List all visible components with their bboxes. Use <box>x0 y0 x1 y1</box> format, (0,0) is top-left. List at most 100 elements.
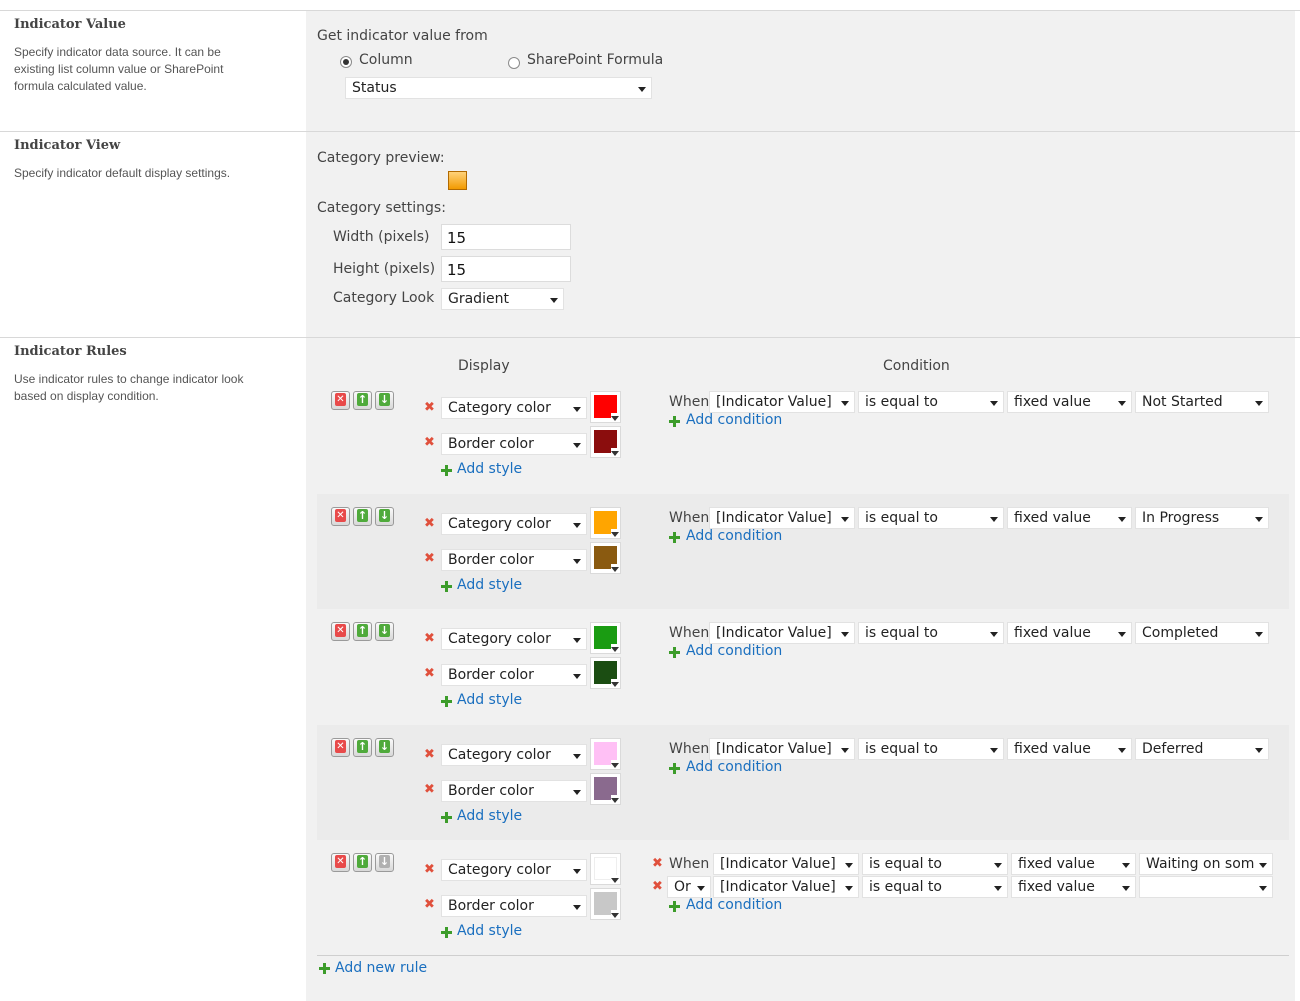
remove-style-icon[interactable]: ✖ <box>424 436 436 449</box>
category-color-picker[interactable] <box>590 853 621 885</box>
condition-type-select[interactable]: fixed value <box>1011 853 1136 875</box>
add-condition-link[interactable]: Add condition <box>686 412 782 428</box>
connector-select[interactable]: Or <box>667 876 711 898</box>
style-select[interactable]: Category color <box>441 397 587 419</box>
move-down-button[interactable] <box>375 622 394 641</box>
condition-value-select[interactable]: Not Started <box>1135 391 1269 413</box>
radio-formula-label[interactable]: SharePoint Formula <box>527 52 663 68</box>
column-select[interactable]: Status <box>345 77 652 99</box>
remove-style-icon[interactable]: ✖ <box>424 517 436 530</box>
add-style-link[interactable]: Add style <box>457 461 522 477</box>
style-select[interactable]: Category color <box>441 859 587 881</box>
border-color-picker[interactable] <box>590 773 621 805</box>
category-color-picker[interactable] <box>590 391 621 423</box>
category-color-picker[interactable] <box>590 738 621 770</box>
move-down-button[interactable] <box>375 391 394 410</box>
indicator-value-title: Indicator Value <box>14 17 126 32</box>
condition-operator-select[interactable]: is equal to <box>862 853 1008 875</box>
condition-operator-select[interactable]: is equal to <box>858 507 1004 529</box>
remove-style-icon[interactable]: ✖ <box>424 783 436 796</box>
remove-condition-icon[interactable]: ✖ <box>652 880 664 893</box>
condition-type-select[interactable]: fixed value <box>1007 391 1132 413</box>
condition-field-select[interactable]: [Indicator Value] <box>709 391 855 413</box>
remove-style-icon[interactable]: ✖ <box>424 898 436 911</box>
condition-type-select[interactable]: fixed value <box>1007 738 1132 760</box>
chevron-down-icon <box>1118 632 1126 637</box>
add-icon <box>441 581 452 592</box>
move-down-button[interactable] <box>375 853 394 872</box>
condition-type-select[interactable]: fixed value <box>1007 622 1132 644</box>
delete-rule-button[interactable] <box>331 507 350 526</box>
condition-field-select[interactable]: [Indicator Value] <box>713 853 859 875</box>
delete-rule-button[interactable] <box>331 622 350 641</box>
add-style-link[interactable]: Add style <box>457 808 522 824</box>
condition-value-select[interactable]: Waiting on som <box>1139 853 1273 875</box>
style-select[interactable]: Category color <box>441 744 587 766</box>
add-style-link[interactable]: Add style <box>457 923 522 939</box>
remove-style-icon[interactable]: ✖ <box>424 748 436 761</box>
condition-value: Not Started <box>1142 394 1223 410</box>
condition-operator-select[interactable]: is equal to <box>858 391 1004 413</box>
radio-column[interactable] <box>340 56 352 68</box>
condition-value-select[interactable]: Deferred <box>1135 738 1269 760</box>
condition-value-select[interactable] <box>1139 876 1273 898</box>
delete-rule-button[interactable] <box>331 738 350 757</box>
style-select[interactable]: Border color <box>441 664 587 686</box>
condition-type-select[interactable]: fixed value <box>1011 876 1136 898</box>
remove-style-icon[interactable]: ✖ <box>424 667 436 680</box>
style-select[interactable]: Border color <box>441 433 587 455</box>
border-color-picker[interactable] <box>590 888 621 920</box>
add-style-link[interactable]: Add style <box>457 692 522 708</box>
move-down-button[interactable] <box>375 507 394 526</box>
remove-style-icon[interactable]: ✖ <box>424 863 436 876</box>
remove-style-icon[interactable]: ✖ <box>424 401 436 414</box>
condition-value-select[interactable]: Completed <box>1135 622 1269 644</box>
condition-operator-select[interactable]: is equal to <box>858 622 1004 644</box>
condition-field-select[interactable]: [Indicator Value] <box>713 876 859 898</box>
radio-sharepoint-formula[interactable] <box>508 57 520 69</box>
move-up-button[interactable] <box>353 507 372 526</box>
move-up-button[interactable] <box>353 738 372 757</box>
remove-condition-icon[interactable]: ✖ <box>652 857 664 870</box>
add-condition-link[interactable]: Add condition <box>686 897 782 913</box>
delete-rule-button[interactable] <box>331 391 350 410</box>
condition-type-select[interactable]: fixed value <box>1007 507 1132 529</box>
style-select[interactable]: Border color <box>441 895 587 917</box>
add-new-rule-link[interactable]: Add new rule <box>335 960 427 976</box>
remove-style-icon[interactable]: ✖ <box>424 632 436 645</box>
add-condition-link[interactable]: Add condition <box>686 643 782 659</box>
condition-operator-select[interactable]: is equal to <box>858 738 1004 760</box>
remove-style-icon[interactable]: ✖ <box>424 552 436 565</box>
border-color-picker[interactable] <box>590 426 621 458</box>
chevron-down-icon <box>990 517 998 522</box>
style-select[interactable]: Border color <box>441 549 587 571</box>
move-down-button[interactable] <box>375 738 394 757</box>
width-input[interactable]: 15 <box>441 224 571 250</box>
style-select[interactable]: Category color <box>441 513 587 535</box>
add-condition-link[interactable]: Add condition <box>686 759 782 775</box>
category-color-picker[interactable] <box>590 507 621 539</box>
delete-rule-button[interactable] <box>331 853 350 872</box>
column-select-value: Status <box>352 80 397 96</box>
move-up-button[interactable] <box>353 391 372 410</box>
condition-field-select[interactable]: [Indicator Value] <box>709 622 855 644</box>
style-select[interactable]: Category color <box>441 628 587 650</box>
indicator-rules-info: Indicator Rules Use indicator rules to c… <box>0 338 306 1001</box>
condition-value-select[interactable]: In Progress <box>1135 507 1269 529</box>
radio-column-label[interactable]: Column <box>359 52 413 68</box>
add-condition-link[interactable]: Add condition <box>686 528 782 544</box>
add-style-link[interactable]: Add style <box>457 577 522 593</box>
border-color-picker[interactable] <box>590 542 621 574</box>
move-up-button[interactable] <box>353 853 372 872</box>
style-select[interactable]: Border color <box>441 780 587 802</box>
category-color-picker[interactable] <box>590 622 621 654</box>
category-look-select[interactable]: Gradient <box>441 288 564 310</box>
condition-field-select[interactable]: [Indicator Value] <box>709 507 855 529</box>
height-input[interactable]: 15 <box>441 256 571 282</box>
style-select-value: Category color <box>448 400 551 416</box>
chevron-down-icon <box>573 754 581 759</box>
condition-operator-select[interactable]: is equal to <box>862 876 1008 898</box>
move-up-button[interactable] <box>353 622 372 641</box>
condition-field-select[interactable]: [Indicator Value] <box>709 738 855 760</box>
border-color-picker[interactable] <box>590 657 621 689</box>
